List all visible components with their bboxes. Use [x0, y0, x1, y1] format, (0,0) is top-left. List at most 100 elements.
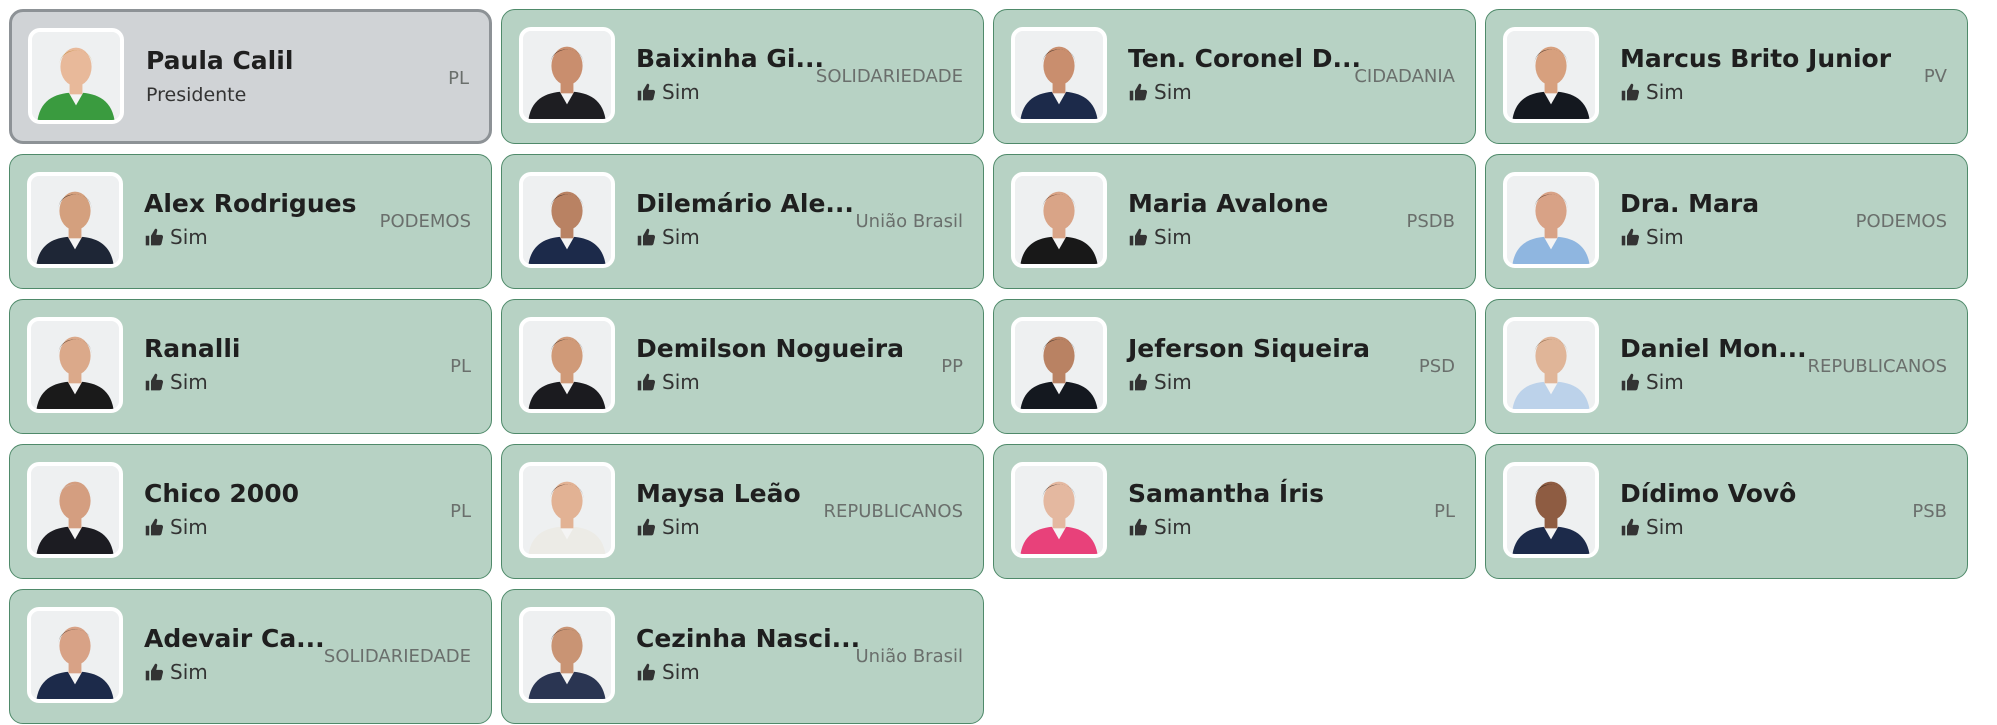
member-party: PL — [1434, 501, 1455, 522]
member-card[interactable]: Chico 2000 Sim PL — [9, 444, 492, 579]
member-card[interactable]: Samantha Íris Sim PL — [993, 444, 1476, 579]
member-name: Marcus Brito Junior — [1620, 44, 1892, 73]
member-name: Ranalli — [144, 334, 241, 363]
vote-label: Sim — [1154, 370, 1192, 394]
member-card[interactable]: Maysa Leão Sim REPUBLICANOS — [501, 444, 984, 579]
member-name: Alex Rodrigues — [144, 189, 357, 218]
member-vote: Sim — [144, 225, 208, 249]
member-name: Dra. Mara — [1620, 189, 1760, 218]
member-name: Daniel Mon... — [1620, 334, 1807, 363]
member-card[interactable]: Ranalli Sim PL — [9, 299, 492, 434]
member-photo — [27, 462, 123, 558]
member-photo — [27, 172, 123, 268]
member-photo — [1503, 27, 1599, 123]
member-card[interactable]: Demilson Nogueira Sim PP — [501, 299, 984, 434]
member-photo — [28, 28, 124, 124]
member-card[interactable]: Dídimo Vovô Sim PSB — [1485, 444, 1968, 579]
member-party: PSD — [1418, 356, 1455, 377]
member-party: SOLIDARIEDADE — [815, 66, 963, 87]
member-photo — [519, 317, 615, 413]
member-name: Maysa Leão — [636, 479, 801, 508]
member-vote: Sim — [636, 225, 700, 249]
member-party: PSDB — [1406, 211, 1456, 232]
member-party: União Brasil — [855, 646, 963, 667]
member-card[interactable]: Cezinha Nasci... Sim União Brasil — [501, 589, 984, 724]
member-photo — [519, 27, 615, 123]
thumbs-up-icon — [636, 82, 657, 103]
vote-label: Sim — [1646, 80, 1684, 104]
member-vote: Sim — [1620, 370, 1684, 394]
member-card[interactable]: Dra. Mara Sim PODEMOS — [1485, 154, 1968, 289]
member-party: União Brasil — [855, 211, 963, 232]
vote-label: Sim — [1646, 515, 1684, 539]
member-role: Presidente — [146, 84, 247, 106]
member-photo — [1503, 172, 1599, 268]
member-name: Cezinha Nasci... — [636, 624, 861, 653]
member-vote: Sim — [636, 515, 700, 539]
thumbs-up-icon — [144, 372, 165, 393]
member-card[interactable]: Paula Calil Presidente PL — [9, 9, 492, 144]
vote-label: Sim — [662, 660, 700, 684]
member-photo — [1503, 317, 1599, 413]
thumbs-up-icon — [636, 517, 657, 538]
member-vote: Sim — [1128, 370, 1192, 394]
member-name: Dídimo Vovô — [1620, 479, 1797, 508]
thumbs-up-icon — [636, 372, 657, 393]
member-photo — [519, 607, 615, 703]
member-vote: Sim — [1128, 225, 1192, 249]
vote-label: Sim — [662, 80, 700, 104]
vote-label: Sim — [170, 370, 208, 394]
thumbs-up-icon — [1620, 372, 1641, 393]
thumbs-up-icon — [144, 662, 165, 683]
member-card[interactable]: Ten. Coronel D... Sim CIDADANIA — [993, 9, 1476, 144]
member-photo — [1503, 462, 1599, 558]
member-photo — [1011, 317, 1107, 413]
member-card[interactable]: Jeferson Siqueira Sim PSD — [993, 299, 1476, 434]
thumbs-up-icon — [1620, 517, 1641, 538]
member-name: Dilemário Ale... — [636, 189, 854, 218]
member-vote: Sim — [144, 660, 208, 684]
thumbs-up-icon — [144, 227, 165, 248]
member-card[interactable]: Daniel Mon... Sim REPUBLICANOS — [1485, 299, 1968, 434]
vote-label: Sim — [1646, 370, 1684, 394]
thumbs-up-icon — [636, 662, 657, 683]
member-card[interactable]: Marcus Brito Junior Sim PV — [1485, 9, 1968, 144]
member-name: Chico 2000 — [144, 479, 299, 508]
member-photo — [27, 317, 123, 413]
vote-label: Sim — [1154, 225, 1192, 249]
member-name: Adevair Ca... — [144, 624, 325, 653]
vote-label: Sim — [662, 225, 700, 249]
thumbs-up-icon — [1128, 372, 1149, 393]
thumbs-up-icon — [1620, 82, 1641, 103]
member-name: Samantha Íris — [1128, 479, 1324, 508]
thumbs-up-icon — [1620, 227, 1641, 248]
vote-label: Sim — [1154, 515, 1192, 539]
member-name: Ten. Coronel D... — [1128, 44, 1361, 73]
member-vote: Sim — [1620, 80, 1684, 104]
thumbs-up-icon — [636, 227, 657, 248]
member-vote: Sim — [1620, 225, 1684, 249]
member-card[interactable]: Dilemário Ale... Sim União Brasil — [501, 154, 984, 289]
member-card[interactable]: Alex Rodrigues Sim PODEMOS — [9, 154, 492, 289]
member-card[interactable]: Baixinha Gi... Sim SOLIDARIEDADE — [501, 9, 984, 144]
member-name: Maria Avalone — [1128, 189, 1329, 218]
member-vote: Sim — [636, 660, 700, 684]
member-party: PL — [450, 501, 471, 522]
member-card[interactable]: Adevair Ca... Sim SOLIDARIEDADE — [9, 589, 492, 724]
member-photo — [1011, 172, 1107, 268]
member-party: CIDADANIA — [1354, 66, 1455, 87]
thumbs-up-icon — [1128, 517, 1149, 538]
member-party: PL — [450, 356, 471, 377]
member-photo — [519, 172, 615, 268]
member-card[interactable]: Maria Avalone Sim PSDB — [993, 154, 1476, 289]
thumbs-up-icon — [144, 517, 165, 538]
member-vote: Sim — [1620, 515, 1684, 539]
vote-label: Sim — [1154, 80, 1192, 104]
member-party: REPUBLICANOS — [1807, 356, 1947, 377]
member-photo — [27, 607, 123, 703]
vote-label: Sim — [1646, 225, 1684, 249]
member-name: Baixinha Gi... — [636, 44, 824, 73]
thumbs-up-icon — [1128, 227, 1149, 248]
member-vote: Sim — [1128, 80, 1192, 104]
vote-label: Sim — [170, 660, 208, 684]
